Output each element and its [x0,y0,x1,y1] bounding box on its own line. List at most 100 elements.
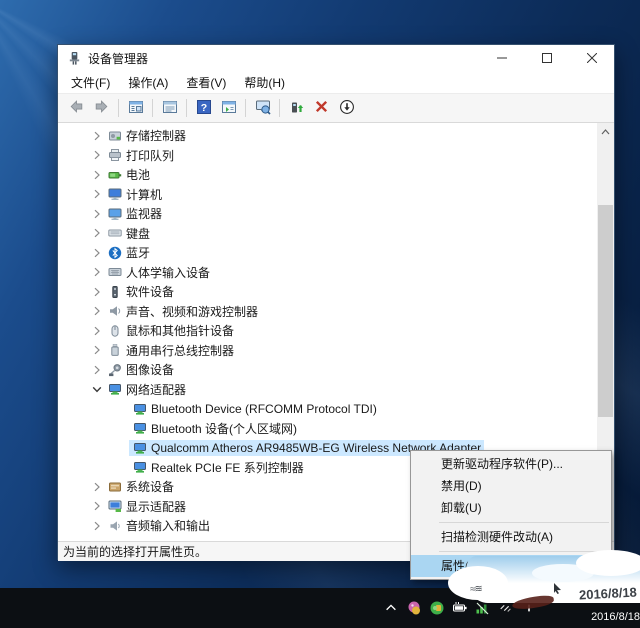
back-arrow-button[interactable] [64,96,89,120]
chevron-collapsed-icon[interactable] [90,304,104,318]
tree-row[interactable]: 打印队列 [58,146,597,166]
tree-row[interactable]: 存储控制器 [58,126,597,146]
tree-row-content[interactable]: Realtek PCIe FE 系列控制器 [129,458,307,477]
chevron-expanded-icon[interactable] [90,382,104,396]
chevron-collapsed-icon[interactable] [90,480,104,494]
computer-icon [108,187,122,201]
update-driver-button[interactable] [284,96,309,120]
properties-window-icon [162,99,178,118]
tree-row-content[interactable]: Bluetooth Device (RFCOMM Protocol TDI) [129,401,380,417]
tree-row[interactable]: 蓝牙 [58,243,597,263]
chevron-collapsed-icon[interactable] [90,363,104,377]
chevron-collapsed-icon[interactable] [90,246,104,260]
menu-item[interactable]: 操作(A) [119,71,177,94]
tree-row[interactable]: 声音、视频和游戏控制器 [58,302,597,322]
context-menu-item[interactable]: 扫描检测硬件改动(A) [411,526,611,548]
chevron-collapsed-icon[interactable] [90,265,104,279]
tray-app-pink-icon[interactable] [406,600,422,616]
tree-row-content[interactable]: 网络适配器 [104,380,189,399]
toolbar-separator [245,99,246,117]
tree-row-label: 网络适配器 [126,382,187,397]
tree-row-content[interactable]: 打印队列 [104,146,177,165]
chevron-collapsed-icon[interactable] [90,129,104,143]
tree-row-content[interactable]: 存储控制器 [104,126,189,145]
menu-item[interactable]: 文件(F) [62,71,119,94]
chevron-collapsed-icon[interactable] [90,343,104,357]
disable-icon [339,99,355,118]
tray-app-green-icon[interactable] [429,600,445,616]
tree-row-content[interactable]: 软件设备 [104,282,177,301]
chevron-collapsed-icon[interactable] [90,207,104,221]
keyboard-icon [108,226,122,240]
tree-row[interactable]: Bluetooth Device (RFCOMM Protocol TDI) [58,399,597,419]
tree-row-label: 键盘 [126,226,151,241]
tree-row-content[interactable]: 系统设备 [104,477,177,496]
chevron-collapsed-icon[interactable] [90,499,104,513]
chevron-collapsed-icon[interactable] [90,226,104,240]
caption-buttons [479,45,614,71]
help-button[interactable]: ? [191,96,216,120]
chevron-collapsed-icon[interactable] [90,148,104,162]
tree-row[interactable]: 软件设备 [58,282,597,302]
tree-row-label: 显示适配器 [126,499,187,514]
tree-row-content[interactable]: 蓝牙 [104,243,153,262]
tree-row[interactable]: 电池 [58,165,597,185]
tree-row[interactable]: 鼠标和其他指针设备 [58,321,597,341]
tree-row[interactable]: 监视器 [58,204,597,224]
tree-row-content[interactable]: 通用串行总线控制器 [104,341,237,360]
network-adapter-icon [133,460,147,474]
tree-row[interactable]: 键盘 [58,224,597,244]
tree-row[interactable]: Bluetooth 设备(个人区域网) [58,419,597,439]
properties-window-button[interactable] [157,96,182,120]
chevron-collapsed-icon[interactable] [90,324,104,338]
watermark-date: 2016/8/18 [578,584,638,603]
minimize-button[interactable] [479,45,524,71]
title-bar[interactable]: 设备管理器 [58,45,614,71]
scan-hardware-icon [255,99,271,118]
chevron-collapsed-icon[interactable] [90,168,104,182]
forward-arrow-button[interactable] [89,96,114,120]
context-menu-item[interactable]: 卸载(U) [411,497,611,519]
menu-item[interactable]: 帮助(H) [235,71,294,94]
tree-row[interactable]: 图像设备 [58,360,597,380]
uninstall-button[interactable] [309,96,334,120]
tree-row[interactable]: 网络适配器 [58,380,597,400]
tree-row-content[interactable]: 电池 [104,165,153,184]
chevron-collapsed-icon[interactable] [90,187,104,201]
tray-battery-icon[interactable] [452,600,468,616]
tree-row-content[interactable]: 计算机 [104,185,165,204]
console-tree-button[interactable] [123,96,148,120]
tree-row-content[interactable]: 声音、视频和游戏控制器 [104,302,261,321]
maximize-button[interactable] [524,45,569,71]
context-menu-item[interactable]: 更新驱动程序软件(P)... [411,453,611,475]
tree-row[interactable]: 通用串行总线控制器 [58,341,597,361]
taskbar-clock[interactable]: 2016/8/18 [545,611,640,628]
scrollbar-thumb[interactable] [598,205,613,417]
tree-row-content[interactable]: 监视器 [104,204,165,223]
disable-button[interactable] [334,96,359,120]
tree-row-content[interactable]: 鼠标和其他指针设备 [104,321,237,340]
chevron-collapsed-icon[interactable] [90,519,104,533]
system-device-icon [108,480,122,494]
tree-row-content[interactable]: 图像设备 [104,360,177,379]
action-pane-button[interactable] [216,96,241,120]
software-device-icon [108,285,122,299]
tree-row[interactable]: 计算机 [58,185,597,205]
tree-row-content[interactable]: Bluetooth 设备(个人区域网) [129,419,300,438]
status-text: 为当前的选择打开属性页。 [63,545,208,559]
tree-row-content[interactable]: 显示适配器 [104,497,189,516]
tree-row-content[interactable]: 人体学输入设备 [104,263,213,282]
close-button[interactable] [569,45,614,71]
tree-row[interactable]: 人体学输入设备 [58,263,597,283]
device-manager-icon [67,51,82,66]
context-menu-separator [439,522,609,523]
tray-chevron-up-icon[interactable] [383,600,399,616]
tree-row-content[interactable]: 键盘 [104,224,153,243]
scroll-up-arrow-icon[interactable] [597,123,614,140]
toolbar-separator [186,99,187,117]
tree-row-content[interactable]: 音频输入和输出 [104,516,213,535]
chevron-collapsed-icon[interactable] [90,285,104,299]
context-menu-item[interactable]: 禁用(D) [411,475,611,497]
menu-item[interactable]: 查看(V) [177,71,235,94]
scan-hardware-button[interactable] [250,96,275,120]
